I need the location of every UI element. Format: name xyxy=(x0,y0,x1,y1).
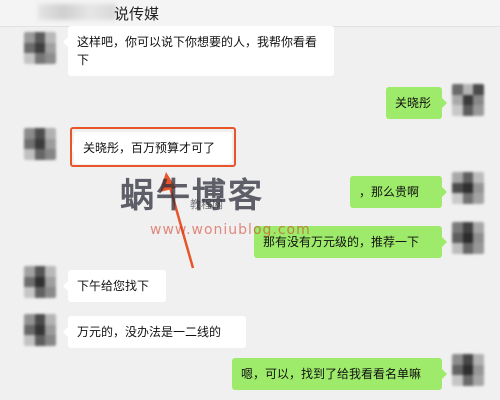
message-text: 这样吧，你可以说下你想要的人，我帮你看看下 xyxy=(77,35,318,67)
chat-header: 说传媒 xyxy=(0,0,500,27)
message-bubble-incoming[interactable]: 这样吧，你可以说下你想要的人，我帮你看看下 xyxy=(63,26,334,76)
blurred-title-part xyxy=(38,4,116,20)
avatar[interactable] xyxy=(24,128,56,160)
avatar[interactable] xyxy=(24,32,56,64)
message-text: ，那么贵啊 xyxy=(359,185,420,199)
message-bubble-outgoing[interactable]: 关晓彤 xyxy=(386,87,447,119)
avatar[interactable] xyxy=(452,84,484,116)
chat-title: 说传媒 xyxy=(114,5,160,23)
watermark-url: www.woniublog.com xyxy=(150,222,311,238)
message-bubble-incoming[interactable]: 关晓彤，百万预算才可了 xyxy=(69,132,232,164)
message-text: 下午给您找下 xyxy=(77,279,150,293)
avatar[interactable] xyxy=(24,314,56,346)
avatar[interactable] xyxy=(452,354,484,386)
message-text: 关晓彤 xyxy=(395,96,432,110)
message-text: 万元的，没办法是一二线的 xyxy=(77,325,222,339)
message-text: 嗯，可以，找到了给我看看名单嘛 xyxy=(241,367,422,381)
message-bubble-outgoing[interactable]: 嗯，可以，找到了给我看看名单嘛 xyxy=(232,358,447,390)
avatar[interactable] xyxy=(24,266,56,298)
message-bubble-incoming[interactable]: 下午给您找下 xyxy=(63,270,166,302)
message-bubble-incoming[interactable]: 万元的，没办法是一二线的 xyxy=(63,316,246,348)
avatar[interactable] xyxy=(452,172,484,204)
avatar[interactable] xyxy=(452,222,484,254)
message-text: 关晓彤，百万预算才可了 xyxy=(83,141,216,155)
message-bubble-outgoing[interactable]: ，那么贵啊 xyxy=(350,176,447,208)
watermark-subtitle: 教程网 xyxy=(190,198,223,211)
